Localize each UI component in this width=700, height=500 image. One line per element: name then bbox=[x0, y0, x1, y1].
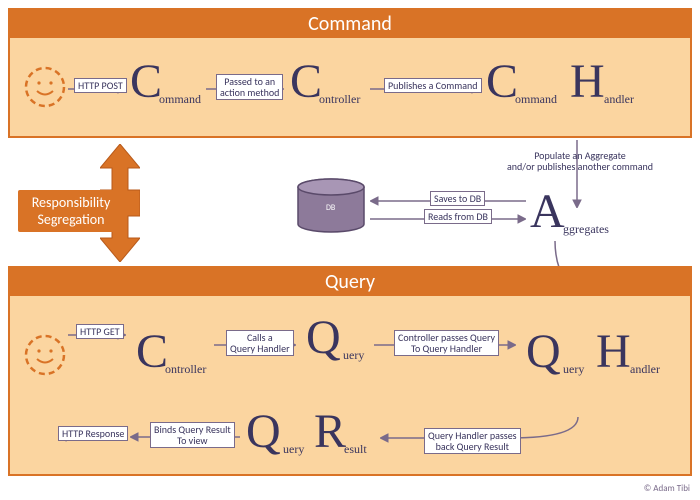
big-aggregates-a: A bbox=[530, 184, 565, 239]
resp-line1: Responsibility bbox=[24, 194, 118, 211]
sub-ch-c: ommand bbox=[515, 92, 557, 107]
copyright: © Adam Tibi bbox=[644, 483, 690, 494]
label-http-post: HTTP POST bbox=[74, 78, 127, 93]
label-http-response: HTTP Response bbox=[58, 426, 128, 441]
label-binds-result: Binds Query Result To view bbox=[150, 422, 235, 448]
sub-qh-q: uery bbox=[563, 362, 584, 377]
resp-line2: Segregation bbox=[24, 211, 118, 228]
label-qh-passes-back: Query Handler passes back Query Result bbox=[424, 428, 521, 454]
db-label: DB bbox=[326, 204, 335, 213]
command-section: Command HTTP POST C ommand Passed to an … bbox=[8, 8, 692, 138]
big-query-q: Q bbox=[306, 310, 341, 365]
big-qh-q: Q bbox=[526, 324, 561, 379]
label-saves-db: Saves to DB bbox=[430, 191, 485, 206]
label-publishes: Publishes a Command bbox=[384, 78, 482, 93]
sub-qr-r: esult bbox=[344, 442, 367, 457]
sub-query: uery bbox=[343, 348, 364, 363]
query-body: HTTP GET C ontroller Calls a Query Handl… bbox=[10, 296, 690, 474]
label-reads-db: Reads from DB bbox=[424, 209, 492, 224]
big-q-controller-c: C bbox=[136, 324, 168, 379]
label-passed-to: Passed to an action method bbox=[216, 74, 283, 100]
label-populate-agg: Populate an Aggregate and/or publishes a… bbox=[480, 150, 680, 172]
user-icon bbox=[24, 66, 66, 108]
sub-qr-q: uery bbox=[283, 442, 304, 457]
sub-qh-h: andler bbox=[630, 362, 660, 377]
sub-command: ommand bbox=[159, 92, 201, 107]
user-icon-2 bbox=[24, 334, 66, 376]
sub-ch-h: andler bbox=[604, 92, 634, 107]
sub-controller: ontroller bbox=[319, 92, 360, 107]
database-icon: DB bbox=[296, 178, 366, 234]
command-header: Command bbox=[10, 10, 690, 38]
big-controller-c: C bbox=[290, 54, 322, 109]
big-ch-c: C bbox=[486, 54, 518, 109]
sub-aggregates: ggregates bbox=[563, 222, 609, 237]
query-header: Query bbox=[10, 268, 690, 296]
sub-q-controller: ontroller bbox=[165, 362, 206, 377]
big-ch-h: H bbox=[570, 54, 605, 109]
responsibility-segregation-box: Responsibility Segregation bbox=[18, 190, 124, 232]
label-calls-qh: Calls a Query Handler bbox=[226, 330, 294, 356]
label-ctrl-passes: Controller passes Query To Query Handler bbox=[394, 330, 499, 356]
big-qr-q: Q bbox=[246, 404, 281, 459]
command-body: HTTP POST C ommand Passed to an action m… bbox=[10, 38, 690, 136]
big-qr-r: R bbox=[314, 404, 346, 459]
label-http-get: HTTP GET bbox=[76, 324, 124, 339]
big-qh-h: H bbox=[596, 324, 631, 379]
big-command-c: C bbox=[130, 54, 162, 109]
query-section: Query HTTP GET C ontroller Calls a Query… bbox=[8, 266, 692, 476]
